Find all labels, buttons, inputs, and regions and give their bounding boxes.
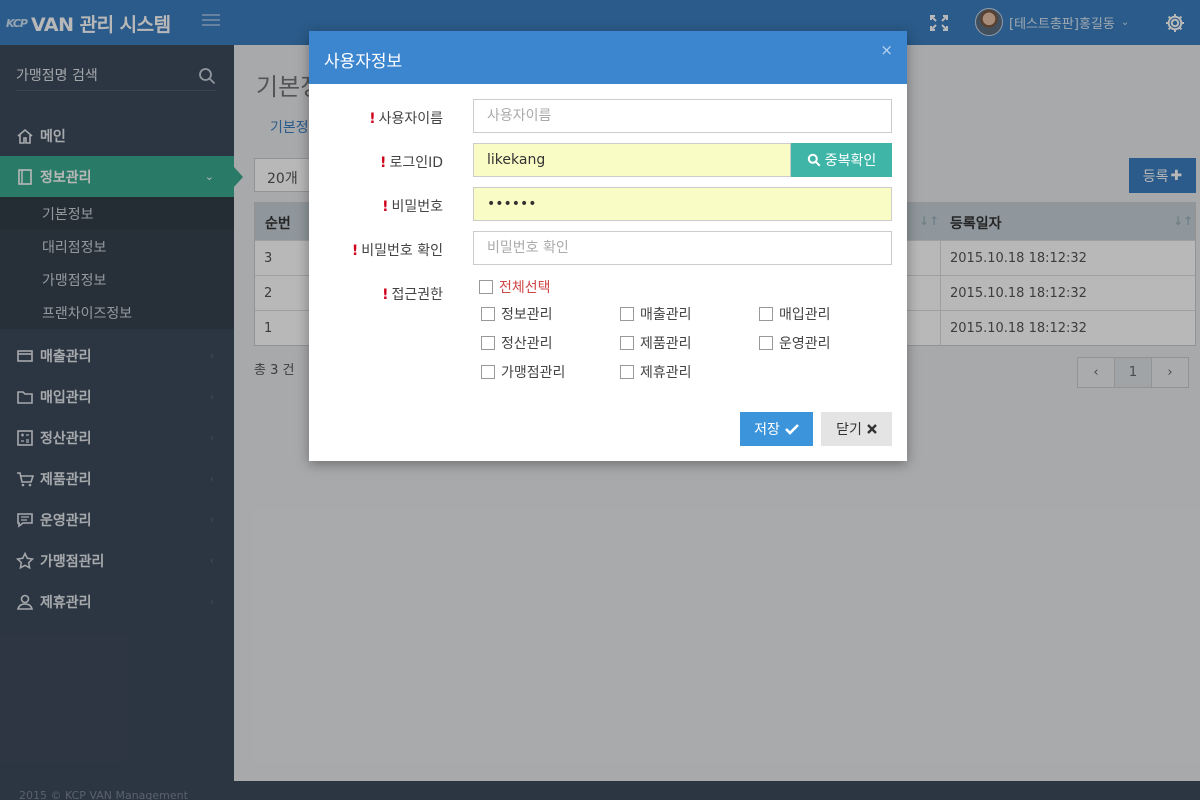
field-label: ! 로그인ID — [380, 155, 443, 171]
field-label: ! 비밀번호 확인 — [351, 243, 443, 259]
permission-checkbox[interactable]: 제휴관리 — [620, 362, 692, 382]
permission-checkbox[interactable]: 가맹점관리 — [481, 362, 565, 382]
field-label: ! 접근권한 — [382, 287, 443, 303]
user-info-modal: 사용자정보 × !사용자이름 !로그인ID 중복확인 !비밀번호 !비밀번호 확… — [309, 31, 907, 461]
close-label: 닫기 — [836, 422, 862, 438]
modal-title: 사용자정보 — [324, 52, 403, 72]
modal-header: 사용자정보 × — [309, 31, 907, 84]
duplicate-check-label: 중복확인 — [824, 153, 877, 169]
required-icon: ! — [382, 287, 389, 303]
permission-checkbox[interactable]: 매입관리 — [759, 304, 831, 324]
select-all-checkbox[interactable]: 전체선택 — [479, 277, 551, 297]
duplicate-check-button[interactable]: 중복확인 — [791, 143, 892, 177]
required-icon: ! — [369, 111, 376, 127]
username-field[interactable] — [473, 99, 892, 133]
login-id-field[interactable] — [473, 143, 791, 177]
close-icon[interactable]: × — [880, 41, 893, 59]
x-icon — [867, 424, 877, 434]
required-icon: ! — [382, 199, 389, 215]
save-label: 저장 — [754, 422, 780, 438]
permission-checkbox[interactable]: 제품관리 — [620, 333, 692, 353]
field-label: ! 비밀번호 — [382, 199, 443, 215]
permission-checkbox[interactable]: 매출관리 — [620, 304, 692, 324]
permission-checkbox[interactable]: 정산관리 — [481, 333, 553, 353]
check-icon — [784, 424, 799, 435]
save-button[interactable]: 저장 — [740, 412, 813, 446]
password-field[interactable] — [473, 187, 892, 221]
field-label: ! 사용자이름 — [369, 111, 443, 127]
password-confirm-field[interactable] — [473, 231, 892, 265]
permission-checkbox[interactable]: 운영관리 — [759, 333, 831, 353]
required-icon: ! — [380, 155, 387, 171]
permission-checkbox[interactable]: 정보관리 — [481, 304, 553, 324]
close-button[interactable]: 닫기 — [821, 412, 892, 446]
required-icon: ! — [351, 243, 359, 259]
search-icon — [807, 153, 821, 167]
